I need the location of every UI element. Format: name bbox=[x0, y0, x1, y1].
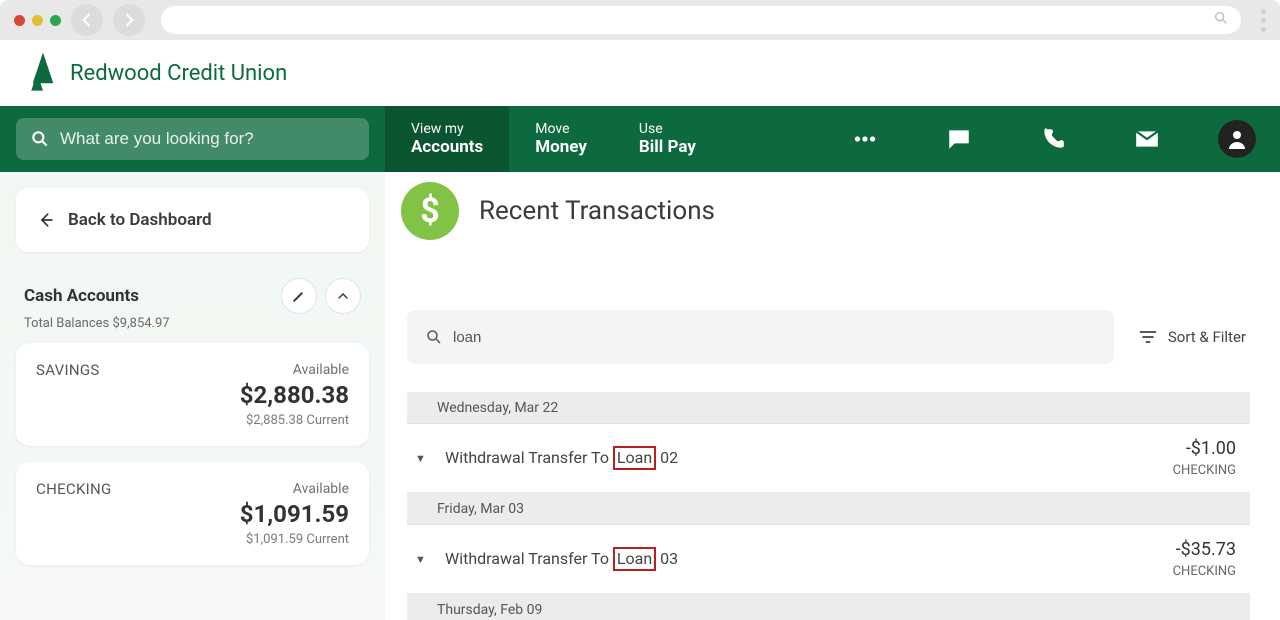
sort-filter-button[interactable]: Sort & Filter bbox=[1138, 327, 1250, 347]
minimize-window-icon[interactable] bbox=[32, 15, 43, 26]
transaction-row[interactable]: ▼Withdrawal Transfer To Loan 02-$1.00 CHE… bbox=[407, 424, 1250, 493]
transaction-search[interactable] bbox=[407, 310, 1114, 364]
edit-accounts-button[interactable] bbox=[281, 278, 317, 314]
section-title: Cash Accounts bbox=[24, 286, 273, 306]
browser-chrome bbox=[0, 0, 1280, 40]
search-highlight: Loan bbox=[613, 446, 656, 469]
nav-line2: Money bbox=[535, 137, 587, 157]
nav-item-bill-pay[interactable]: UseBill Pay bbox=[613, 106, 722, 172]
pencil-icon bbox=[291, 288, 307, 304]
nav-line2: Accounts bbox=[411, 137, 483, 157]
global-search-input[interactable] bbox=[60, 129, 355, 149]
transaction-amount: -$1.00 bbox=[1173, 438, 1236, 459]
filter-icon bbox=[1138, 327, 1158, 347]
transaction-description: Withdrawal Transfer To Loan 02 bbox=[437, 446, 1173, 469]
page-title: Recent Transactions bbox=[479, 196, 715, 226]
transaction-amount: -$35.73 bbox=[1173, 539, 1236, 560]
global-search[interactable] bbox=[16, 118, 369, 160]
nav-line1: Use bbox=[639, 121, 696, 137]
account-balance: $2,880.38 bbox=[36, 381, 349, 409]
profile-avatar[interactable] bbox=[1218, 120, 1256, 158]
back-to-dashboard[interactable]: Back to Dashboard bbox=[16, 188, 369, 252]
amount-column: -$1.00 CHECKING bbox=[1173, 438, 1236, 478]
nav-line1: View my bbox=[411, 121, 483, 137]
sort-filter-label: Sort & Filter bbox=[1168, 328, 1246, 346]
account-card-savings[interactable]: SAVINGS Available $2,880.38 $2,885.38 Curre… bbox=[16, 343, 369, 446]
arrow-left-icon bbox=[36, 210, 56, 230]
search-highlight: Loan bbox=[613, 547, 656, 570]
phone-icon[interactable] bbox=[1006, 126, 1100, 152]
mail-icon[interactable] bbox=[1100, 126, 1194, 152]
nav-item-accounts[interactable]: View myAccounts bbox=[385, 106, 509, 172]
transaction-description: Withdrawal Transfer To Loan 03 bbox=[437, 547, 1173, 570]
page-header: $ Recent Transactions bbox=[401, 182, 1250, 240]
date-header: Friday, Mar 03 bbox=[407, 493, 1250, 525]
url-bar[interactable] bbox=[161, 6, 1241, 34]
nav-line1: Move bbox=[535, 121, 587, 137]
expand-icon[interactable]: ▼ bbox=[415, 452, 437, 465]
nav-line2: Bill Pay bbox=[639, 137, 696, 157]
forward-button[interactable] bbox=[113, 4, 145, 36]
window-controls bbox=[14, 15, 61, 26]
total-balances: Total Balances $9,854.97 bbox=[16, 316, 369, 343]
search-icon bbox=[1213, 10, 1229, 30]
transaction-search-input[interactable] bbox=[453, 329, 1096, 346]
close-window-icon[interactable] bbox=[14, 15, 25, 26]
transaction-row[interactable]: ▼Withdrawal Transfer To Loan 03-$35.73 CH… bbox=[407, 525, 1250, 594]
date-header: Wednesday, Mar 22 bbox=[407, 392, 1250, 424]
brand-name: Redwood Credit Union bbox=[70, 61, 287, 86]
account-name: CHECKING bbox=[36, 480, 112, 498]
expand-icon[interactable]: ▼ bbox=[415, 553, 437, 566]
more-icon[interactable] bbox=[818, 126, 912, 152]
date-header: Thursday, Feb 09 bbox=[407, 594, 1250, 620]
search-icon bbox=[425, 328, 443, 346]
available-label: Available bbox=[293, 481, 349, 497]
content: $ Recent Transactions Sort & Filter Wedn… bbox=[385, 172, 1280, 620]
transaction-account: CHECKING bbox=[1173, 463, 1236, 478]
account-balance: $1,091.59 bbox=[36, 500, 349, 528]
tree-icon bbox=[28, 51, 58, 95]
amount-column: -$35.73 CHECKING bbox=[1173, 539, 1236, 579]
cash-accounts-header: Cash Accounts bbox=[16, 272, 369, 316]
person-icon bbox=[1225, 127, 1249, 151]
account-card-checking[interactable]: CHECKING Available $1,091.59 $1,091.59 Curr… bbox=[16, 462, 369, 565]
account-name: SAVINGS bbox=[36, 361, 100, 379]
nav-item-money[interactable]: MoveMoney bbox=[509, 106, 613, 172]
collapse-accounts-button[interactable] bbox=[325, 278, 361, 314]
transaction-account: CHECKING bbox=[1173, 564, 1236, 579]
search-icon bbox=[30, 129, 50, 149]
dollar-icon: $ bbox=[401, 182, 459, 240]
transaction-list: Wednesday, Mar 22▼Withdrawal Transfer To… bbox=[407, 392, 1250, 620]
account-current: $2,885.38 Current bbox=[36, 413, 349, 428]
chevron-up-icon bbox=[335, 288, 351, 304]
main-nav: View myAccountsMoveMoneyUseBill Pay bbox=[0, 106, 1280, 172]
browser-menu-icon[interactable] bbox=[1261, 9, 1266, 32]
account-current: $1,091.59 Current bbox=[36, 532, 349, 547]
brand-logo[interactable]: Redwood Credit Union bbox=[28, 51, 287, 95]
sidebar: Back to Dashboard Cash Accounts Total Ba… bbox=[0, 172, 385, 620]
maximize-window-icon[interactable] bbox=[50, 15, 61, 26]
back-label: Back to Dashboard bbox=[68, 210, 212, 230]
available-label: Available bbox=[293, 362, 349, 378]
back-button[interactable] bbox=[71, 4, 103, 36]
brand-bar: Redwood Credit Union bbox=[0, 40, 1280, 106]
messages-icon[interactable] bbox=[912, 126, 1006, 152]
